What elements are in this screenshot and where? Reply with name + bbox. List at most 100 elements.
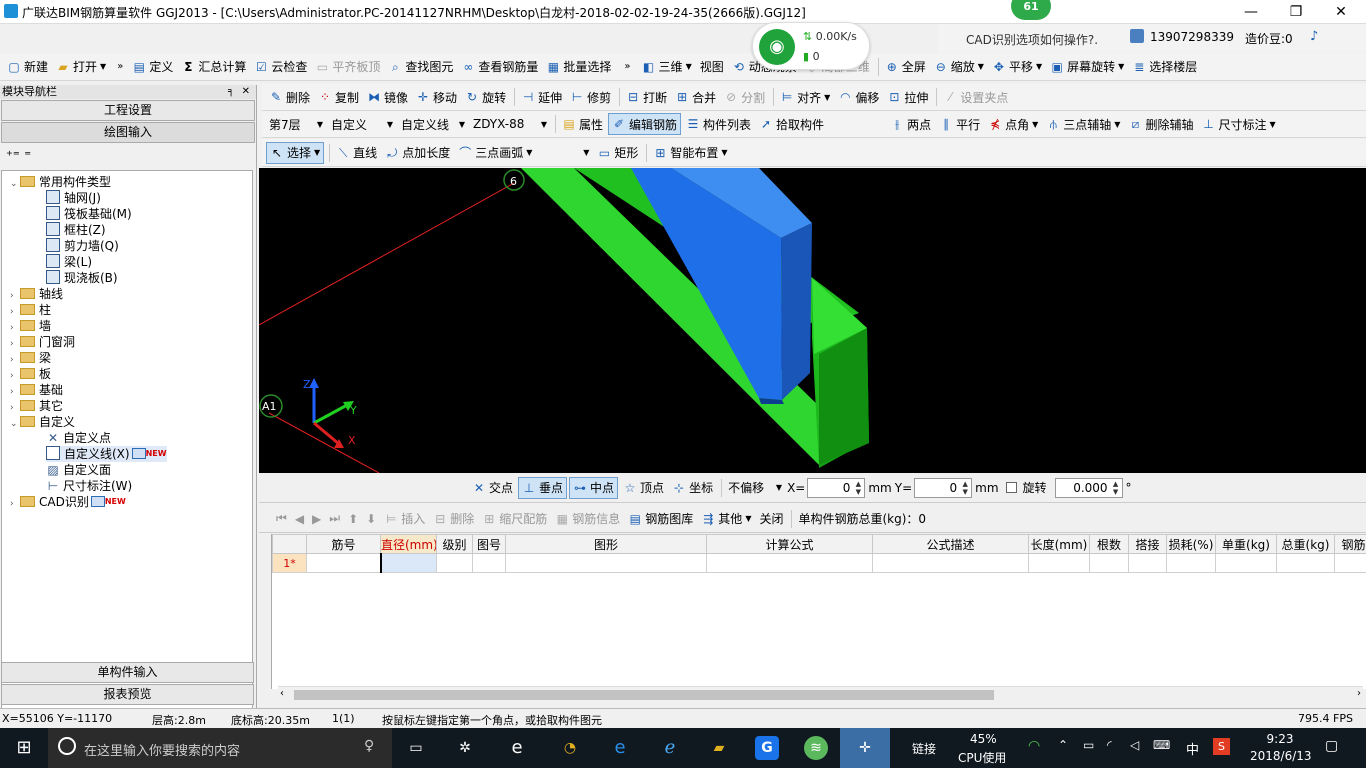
tree-column[interactable]: › 柱	[10, 302, 51, 318]
offset-button[interactable]: ◠ 偏移	[835, 86, 882, 108]
project-settings-tab[interactable]: 工程设置	[1, 100, 255, 121]
angle-input[interactable]: 0.000 ▲ ▼	[1054, 477, 1123, 498]
scale-rebar-button[interactable]: ⊞ 缩尺配筋	[479, 508, 550, 530]
move-button[interactable]: ✛ 移动	[413, 86, 460, 108]
col-unit-weight[interactable]: 单重(kg)	[1215, 534, 1277, 554]
select-button[interactable]: ↖ 选择 ▼	[266, 141, 325, 164]
fullscreen-button[interactable]: ⊕ 全屏	[882, 56, 929, 78]
clock-time[interactable]: 9:23	[1260, 732, 1300, 746]
other-button[interactable]: ⇶ 其他 ▼	[698, 508, 754, 530]
ie-icon[interactable]: ℯ	[658, 736, 682, 760]
intersect-toggle[interactable]: ✕ 交点	[469, 477, 516, 499]
rotate-button[interactable]: ↻ 旋转	[462, 86, 509, 108]
move-up-button[interactable]: ⬆	[345, 508, 361, 530]
glodon-icon[interactable]: G	[755, 736, 779, 760]
open-button[interactable]: ▰ 打开 ▼	[53, 56, 109, 78]
point-length-button[interactable]: ⤾ 点加长度	[382, 142, 453, 164]
cell-rebar[interactable]	[1334, 553, 1366, 573]
3d-button[interactable]: ◧ 三维 ▼	[639, 56, 695, 78]
close-button[interactable]: ✕	[1326, 2, 1356, 22]
col-shape[interactable]: 图形	[505, 534, 707, 554]
stretch-button[interactable]: ⊡ 拉伸	[884, 86, 931, 108]
view-rebar-button[interactable]: ∞ 查看钢筋量	[458, 56, 541, 78]
arc-button[interactable]: ⌒ 三点画弧 ▼	[455, 142, 535, 164]
col-loss[interactable]: 损耗(%)	[1166, 534, 1216, 554]
midpoint-toggle[interactable]: ⊶ 中点	[569, 476, 619, 499]
pin-icon[interactable]: ╕	[228, 85, 234, 99]
notification-badge[interactable]: 61	[1011, 0, 1051, 20]
zoom-button[interactable]: ⊖ 缩放 ▼	[931, 56, 987, 78]
last-record-button[interactable]: ⏭	[326, 508, 343, 530]
active-app-tile[interactable]: ✛	[840, 728, 890, 768]
cell-shape[interactable]	[505, 553, 707, 573]
cell-total-weight[interactable]	[1276, 553, 1335, 573]
rebar-library-button[interactable]: ▤ 钢筋图库	[625, 508, 696, 530]
rotate-checkbox[interactable]	[1005, 482, 1017, 493]
edge-icon[interactable]: e	[608, 736, 632, 760]
vertex-toggle[interactable]: ☆ 顶点	[620, 477, 667, 499]
parallel-button[interactable]: ∥ 平行	[936, 113, 983, 135]
col-length[interactable]: 长度(mm)	[1028, 534, 1090, 554]
tree-openings[interactable]: › 门窗洞	[10, 334, 75, 350]
cell-unit-weight[interactable]	[1215, 553, 1277, 573]
expand-all-icon[interactable]: ⁺⁼ ⁼	[6, 149, 31, 164]
network-widget[interactable]: ◉ ⇅ 0.00K/s ▮ 0	[752, 22, 870, 70]
sogou-icon[interactable]: S	[1213, 738, 1230, 755]
windows-start-icon[interactable]: ⊞	[12, 736, 36, 760]
align-slab-button[interactable]: ▭ 平齐板顶	[312, 56, 383, 78]
grid-delete-button[interactable]: ⊟ 删除	[430, 508, 477, 530]
scroll-left-icon[interactable]: ‹	[280, 688, 284, 699]
insert-button[interactable]: ⊨ 插入	[381, 508, 428, 530]
new-button[interactable]: ▢ 新建	[4, 56, 51, 78]
cloud-check-button[interactable]: ☑ 云检查	[251, 56, 310, 78]
ime-indicator[interactable]: 中	[1186, 739, 1199, 758]
move-down-button[interactable]: ⬇	[363, 508, 379, 530]
scroll-right-icon[interactable]: ›	[1357, 688, 1361, 699]
minimize-button[interactable]: —	[1236, 2, 1266, 22]
delete-button[interactable]: ✎ 删除	[266, 86, 313, 108]
file-explorer-icon[interactable]: ▰	[707, 736, 731, 760]
tree-wall[interactable]: › 墙	[10, 318, 51, 334]
line-button[interactable]: ⟍ 直线	[333, 142, 380, 164]
tree-custom-point[interactable]: ✕ 自定义点	[46, 430, 111, 446]
first-record-button[interactable]: ⏮	[273, 508, 290, 530]
ie-legacy-icon[interactable]: e	[505, 736, 529, 760]
rect-button[interactable]: ▭ 矩形	[594, 142, 641, 164]
report-tab[interactable]: 报表预览	[1, 684, 254, 705]
action-center-icon[interactable]: ▢	[1325, 738, 1338, 754]
offset-mode-select[interactable]: 不偏移 ▼	[725, 477, 785, 499]
view-button[interactable]: 视图	[697, 56, 727, 78]
cell-count[interactable]	[1089, 553, 1129, 573]
keyboard-icon[interactable]: ⌨	[1153, 738, 1170, 752]
floor-select[interactable]: 第7层 ▼	[266, 113, 326, 135]
cell-bar-no[interactable]	[306, 553, 381, 573]
smart-layout-button[interactable]: ⊞ 智能布置 ▼	[650, 142, 730, 164]
tree-dimension[interactable]: ⊢ 尺寸标注(W)	[46, 478, 132, 494]
col-total-weight[interactable]: 总重(kg)	[1276, 534, 1335, 554]
col-count[interactable]: 根数	[1089, 534, 1129, 554]
cell-formula-desc[interactable]	[872, 553, 1029, 573]
pick-component-button[interactable]: ➚ 拾取构件	[756, 113, 827, 135]
point-angle-button[interactable]: ⋠ 点角 ▼	[985, 113, 1041, 135]
col-fig-no[interactable]: 图号	[472, 534, 506, 554]
tray-link[interactable]: 链接	[912, 740, 936, 757]
batch-select-button[interactable]: ▦ 批量选择	[543, 56, 614, 78]
close-panel-button[interactable]: 关闭	[756, 508, 786, 530]
wifi-tray-icon[interactable]: ◠	[1028, 738, 1040, 754]
align-button[interactable]: ⊨ 对齐 ▼	[777, 86, 833, 108]
extend-button[interactable]: ⊣ 延伸	[518, 86, 565, 108]
col-bar-no[interactable]: 筋号	[306, 534, 381, 554]
notification-app-icon[interactable]: ◔	[558, 736, 582, 760]
tree-foundation[interactable]: › 基础	[10, 382, 63, 398]
tree-other[interactable]: › 其它	[10, 398, 63, 414]
select-floor-button[interactable]: ≣ 选择楼层	[1129, 56, 1200, 78]
x-input[interactable]: 0 ▲ ▼	[807, 477, 866, 498]
network-tray-icon[interactable]: ◜	[1107, 738, 1112, 752]
dimension-button[interactable]: ⊥ 尺寸标注 ▼	[1198, 113, 1278, 135]
microphone-icon[interactable]: ♀	[364, 738, 374, 754]
set-grip-button[interactable]: ⁄ 设置夹点	[940, 86, 1011, 108]
task-view-icon[interactable]: ▭	[404, 736, 428, 760]
maximize-button[interactable]: ❐	[1281, 2, 1311, 22]
y-input[interactable]: 0 ▲ ▼	[914, 477, 973, 498]
tree-axis[interactable]: › 轴线	[10, 286, 63, 302]
